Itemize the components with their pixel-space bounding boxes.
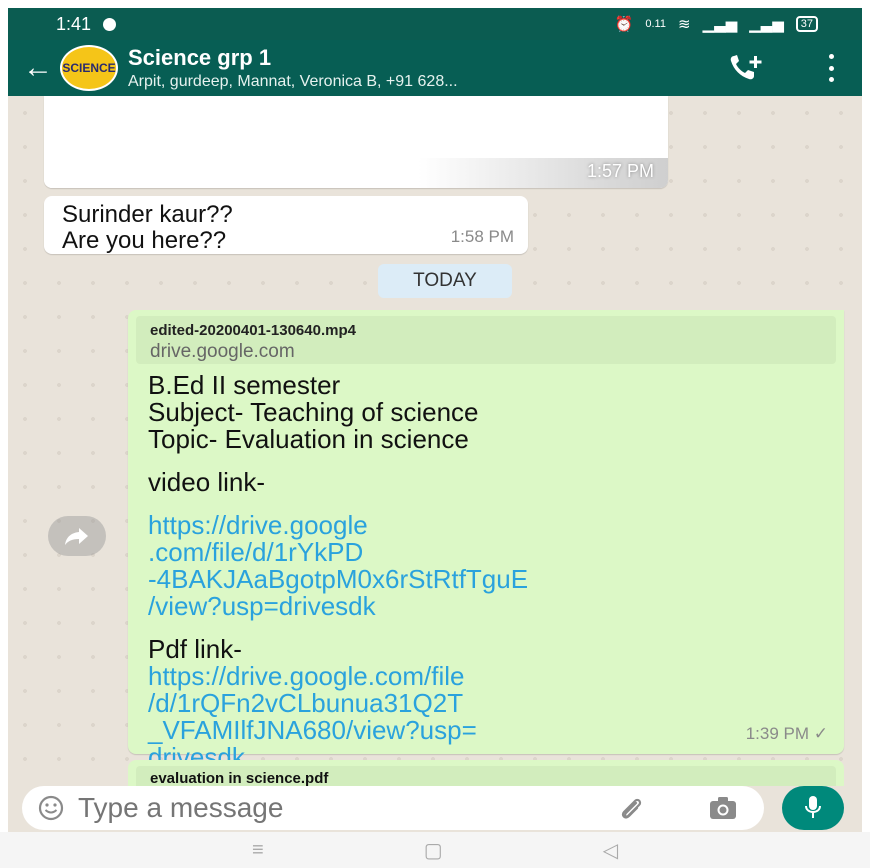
message-text-line: Topic- Evaluation in science — [148, 424, 469, 454]
avatar-label: SCIENCE — [62, 61, 116, 75]
camera-icon[interactable] — [708, 795, 738, 821]
group-avatar[interactable]: SCIENCE — [60, 45, 118, 91]
forward-icon[interactable] — [48, 516, 106, 556]
video-link[interactable]: -4BAKJAaBgotpM0x6rStRtfTguE — [148, 566, 824, 593]
emoji-icon[interactable] — [38, 795, 64, 821]
preview-domain: drive.google.com — [150, 341, 295, 362]
message-text-line: Are you here?? — [62, 227, 227, 254]
outgoing-message[interactable]: edited-20200401-130640.mp4 drive.google.… — [128, 310, 844, 771]
message-text-line: Subject- Teaching of science — [148, 397, 479, 427]
video-link[interactable]: /view?usp=drivesdk — [148, 593, 824, 620]
message-input[interactable] — [78, 792, 538, 824]
input-bar — [8, 786, 862, 832]
incoming-message[interactable]: Surinder kaur?? Are you here?? 1:58 PM — [44, 196, 528, 254]
signal-icon-2: ▁▃▅ — [749, 16, 784, 33]
alarm-icon: ⏰ — [614, 16, 634, 33]
group-info[interactable]: Science grp 1 Arpit, gurdeep, Mannat, Ve… — [128, 45, 458, 91]
chat-area[interactable]: 1:57 PM Surinder kaur?? Are you here?? 1… — [8, 96, 862, 786]
message-body: B.Ed II semester Subject- Teaching of sc… — [136, 364, 836, 771]
message-text-line: B.Ed II semester — [148, 370, 341, 400]
mic-icon — [805, 796, 821, 818]
group-name: Science grp 1 — [128, 45, 272, 70]
video-link-label: video link- — [148, 467, 266, 497]
pdf-link[interactable]: _VFAMIlfJNA680/view?usp= — [148, 717, 824, 744]
back-arrow-icon[interactable]: ← — [16, 40, 60, 96]
date-chip: TODAY — [378, 264, 512, 298]
mic-button[interactable] — [782, 786, 844, 830]
system-nav-bar: ≡ ▢ ◁ — [0, 832, 870, 868]
notification-dot-icon — [103, 17, 117, 31]
status-icons: ⏰ 0.11 ≋ ▁▃▅ ▁▃▅ 37 — [615, 15, 818, 33]
message-input-container[interactable] — [22, 786, 764, 830]
signal-icon: ▁▃▅ — [702, 16, 738, 33]
more-options-icon[interactable] — [826, 54, 836, 82]
group-members: Arpit, gurdeep, Mannat, Veronica B, +91 … — [128, 73, 458, 90]
attach-icon[interactable] — [616, 794, 646, 824]
status-time: 1:41 — [56, 13, 92, 34]
status-bar: 1:41 ⏰ 0.11 ≋ ▁▃▅ ▁▃▅ 37 — [8, 8, 862, 40]
message-time: 1:58 PM — [450, 227, 514, 246]
pdf-link[interactable]: https://drive.google.com/file — [148, 663, 824, 690]
message-time: 1:57 PM — [586, 161, 654, 181]
battery-icon: 37 — [795, 16, 818, 32]
chat-header: ← SCIENCE Science grp 1 Arpit, gurdeep, … — [8, 40, 862, 96]
message-time: 1:39 PM ✓ — [745, 724, 828, 743]
video-link[interactable]: https://drive.google — [148, 512, 824, 539]
outgoing-message-next[interactable]: evaluation in science.pdf — [128, 760, 844, 786]
blurred-message[interactable]: 1:57 PM — [44, 96, 668, 188]
preview-filename: edited-20200401-130640.mp4 — [150, 322, 356, 339]
back-nav-icon[interactable]: ◁ — [603, 838, 618, 863]
pdf-link-label: Pdf link- — [148, 634, 242, 664]
pdf-link[interactable]: /d/1rQFn2vCLbunua31Q2T — [148, 690, 824, 717]
message-text-line: Surinder kaur?? — [62, 201, 233, 228]
add-call-icon[interactable] — [726, 50, 766, 86]
wifi-icon: ≋ — [677, 16, 691, 33]
home-icon[interactable]: ▢ — [424, 838, 443, 863]
blurred-content — [44, 158, 668, 188]
network-speed: 0.11 — [645, 18, 666, 30]
video-link[interactable]: .com/file/d/1rYkPD — [148, 539, 824, 566]
link-preview[interactable]: edited-20200401-130640.mp4 drive.google.… — [136, 316, 836, 364]
file-preview[interactable]: evaluation in science.pdf — [136, 766, 836, 786]
recent-apps-icon[interactable]: ≡ — [252, 839, 264, 862]
